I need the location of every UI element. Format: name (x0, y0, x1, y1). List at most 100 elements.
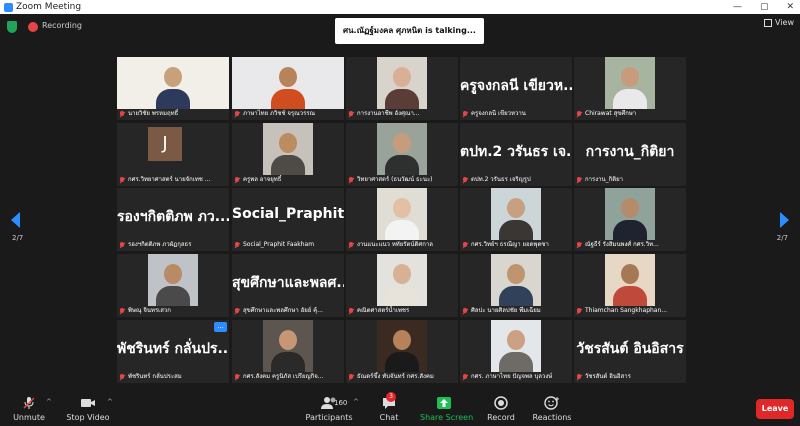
recording-label: Recording (42, 21, 83, 30)
participant-video (377, 320, 427, 372)
participant-tile[interactable]: วิทยาศาสตร์ (ธนวัฒน์ ธะนะ) (346, 123, 458, 186)
share-screen-button[interactable]: Share Screen (420, 396, 474, 422)
muted-mic-icon (348, 373, 354, 381)
participant-name-label: ศิลปะ นายศิลปชัย พึ่มเฉียม (462, 306, 570, 316)
participant-tile[interactable]: รองฯกิตติภพ ภว... รองฯกิตติภพ ภวผัฏกุลธร (117, 188, 229, 251)
participants-caret-icon[interactable]: ^ (353, 398, 359, 406)
minimize-icon[interactable]: — (733, 0, 742, 14)
participant-video-body (271, 155, 305, 175)
participant-tile[interactable]: การงาน_กิติยา การงาน_กิติยา (574, 123, 686, 186)
unmute-button[interactable]: Unmute (12, 396, 46, 422)
participant-video (605, 254, 655, 306)
previous-page-arrow-icon[interactable] (11, 212, 20, 228)
participant-name-label: นายวิชัย พรหมฤทธิ์ (119, 109, 227, 119)
participants-count: 160 (334, 399, 348, 407)
participant-video-body (271, 352, 305, 372)
participant-name-label: กศร.วิทยาศาสตร์ นายจักเทช ... (119, 175, 227, 185)
chat-label: Chat (379, 413, 399, 422)
participant-video (605, 188, 655, 240)
active-speaker-banner: ศน.ณัฏฐ์มงคล ศุภหนิต is talking... (335, 18, 484, 44)
muted-mic-icon (462, 373, 468, 381)
participant-video-body (613, 220, 647, 240)
record-label: Record (487, 413, 515, 422)
view-button[interactable]: View (764, 18, 794, 27)
more-options-button[interactable]: ... (214, 322, 227, 332)
chat-button[interactable]: 3 Chat (377, 392, 401, 422)
participant-display-name: การงาน_กิติยา (585, 144, 675, 160)
reactions-button[interactable]: Reactions (532, 396, 572, 422)
participant-name-label: การงาน_กิติยา (576, 175, 684, 185)
participant-name-label: กศร. ภาษาไทย ปัญจพล บุลวงษ์ (462, 372, 570, 382)
security-shield-icon[interactable] (7, 21, 17, 33)
participant-tile[interactable]: นายวิชัย พรหมฤทธิ์ (117, 57, 229, 120)
smiley-plus-icon (532, 396, 572, 410)
participant-video-head (164, 264, 182, 284)
participant-video-head (279, 67, 297, 87)
participant-tile[interactable]: พิษณุ จินทรเสวก (117, 254, 229, 317)
stop-video-button[interactable]: Stop Video (66, 396, 110, 422)
leave-button[interactable]: Leave (756, 399, 794, 419)
participant-tile[interactable]: กศร.สังคม ครูนิภัส เปรียญกิจ... (232, 320, 344, 383)
participant-tile[interactable]: การงานอาชีพ อังศุณา... (346, 57, 458, 120)
participant-name-label: ธัณดร์ขึ้ง ทับจันทร์ กศร.สังคม (348, 372, 456, 382)
recording-icon (28, 22, 38, 32)
participant-name-label: วัชรสันต์ อินอิสาร (576, 372, 684, 382)
participant-video-body (385, 286, 419, 306)
muted-mic-icon (462, 307, 468, 315)
participant-video (377, 57, 427, 109)
participant-tile[interactable]: ธัณดร์ขึ้ง ทับจันทร์ กศร.สังคม (346, 320, 458, 383)
participant-tile[interactable]: พัชรินทร์ กลั่นปร...... พัชรินทร์ กลั่นปร… (117, 320, 229, 383)
muted-mic-icon (234, 110, 240, 118)
participant-tile[interactable]: ศิลปะ นายศิลปชัย พึ่มเฉียม (460, 254, 572, 317)
participant-tile[interactable]: กศร.วิทย์ฯ ธรณีญา ยอดพุดซา (460, 188, 572, 251)
participant-tile[interactable]: ภาษาไทย ภวิชช์ จรุณวรรณ (232, 57, 344, 120)
participant-name-text: กศร.สังคม ครูนิภัส เปรียญกิจ... (243, 373, 324, 380)
muted-mic-icon (576, 307, 582, 315)
participant-video-head (621, 67, 639, 87)
share-screen-icon (420, 396, 468, 410)
muted-mic-icon (348, 241, 354, 249)
participant-display-name: พัชรินทร์ กลั่นปร... (117, 341, 229, 357)
participant-tile[interactable]: ครูพล อาจยุทธิ์ (232, 123, 344, 186)
record-button[interactable]: Record (485, 396, 517, 422)
maximize-icon[interactable]: ▢ (760, 0, 769, 14)
participant-tile[interactable]: ครูจงกลนี เขียวห... ครูจงกลนี เขียวหวาน (460, 57, 572, 120)
participant-video (377, 254, 427, 306)
view-label: View (775, 18, 794, 27)
audio-options-caret-icon[interactable]: ^ (46, 398, 52, 406)
participant-tile[interactable]: ณัฐธีร์ รังสิมนพงศ์ กศร.วิท... (574, 188, 686, 251)
participant-name-text: รองฯกิตติภพ ภวผัฏกุลธร (128, 241, 192, 248)
participant-tile[interactable]: สุขศึกษาและพลศ... สุขศึกษาและพลศึกษา อัยย… (232, 254, 344, 317)
participant-tile[interactable]: กศร. ภาษาไทย ปัญจพล บุลวงษ์ (460, 320, 572, 383)
participant-video-head (164, 67, 182, 87)
participant-video (605, 57, 655, 109)
participant-name-label: Chirawat สุขศึกษา (576, 109, 684, 119)
participant-tile[interactable]: คณิตศาสตร์น้ำเพชร (346, 254, 458, 317)
muted-mic-icon (119, 176, 125, 184)
muted-mic-icon (12, 396, 46, 410)
video-options-caret-icon[interactable]: ^ (107, 398, 113, 406)
participant-display-name: สุขศึกษาและพลศ... (232, 275, 344, 291)
participant-video-body (385, 89, 419, 109)
participant-tile[interactable]: วัชรสันต์ อินอิสาร วัชรสันต์ อินอิสาร (574, 320, 686, 383)
participant-tile[interactable]: Social_Praphit F... Social_Praphit Faakha… (232, 188, 344, 251)
participant-video-head (393, 264, 411, 284)
participant-tile[interactable]: งานแนะแนว หทัยรัตน์ดิศกาล (346, 188, 458, 251)
participant-name-label: ครูจงกลนี เขียวหวาน (462, 109, 570, 119)
participant-tile[interactable]: J กศร.วิทยาศาสตร์ นายจักเทช ... (117, 123, 229, 186)
muted-mic-icon (348, 176, 354, 184)
muted-mic-icon (576, 110, 582, 118)
participant-video-head (621, 264, 639, 284)
participant-video-body (499, 352, 533, 372)
next-page-arrow-icon[interactable] (780, 212, 789, 228)
participant-tile[interactable]: Chirawat สุขศึกษา (574, 57, 686, 120)
participant-tile[interactable]: ตปท.2 วรันธร เจ... ตปท.2 วรันธร เจริญรูป (460, 123, 572, 186)
participant-video-head (507, 264, 525, 284)
participant-name-text: การงาน_กิติยา (585, 176, 624, 183)
participant-tile[interactable]: Thiamchan Sangkhaphan... (574, 254, 686, 317)
participant-video-body (385, 220, 419, 240)
close-icon[interactable]: ✕ (786, 0, 794, 14)
participant-video (491, 188, 541, 240)
share-screen-label: Share Screen (420, 413, 474, 422)
participant-video-body (499, 286, 533, 306)
